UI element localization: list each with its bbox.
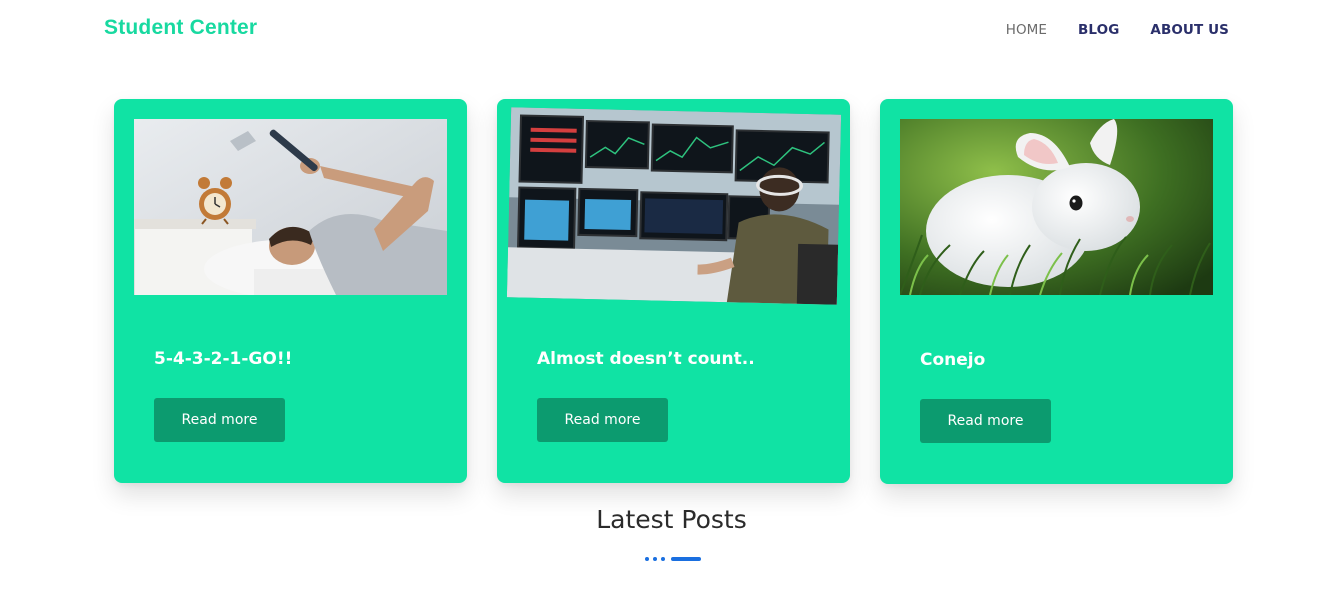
post-card: Conejo Read more — [880, 99, 1233, 484]
nav-about-us[interactable]: ABOUT US — [1150, 22, 1229, 38]
alarm-photo-illustration — [134, 119, 447, 295]
post-title: 5-4-3-2-1-GO!! — [154, 349, 293, 369]
divider-bar — [671, 556, 701, 561]
divider-dot — [661, 556, 665, 561]
read-more-button[interactable]: Read more — [537, 398, 668, 442]
nav-blog[interactable]: BLOG — [1078, 22, 1119, 38]
post-image-alarm[interactable] — [134, 119, 447, 295]
post-title: Almost doesn’t count.. — [537, 349, 755, 369]
brand-logo[interactable]: Student Center — [104, 16, 257, 40]
divider-dot — [645, 556, 649, 561]
rabbit-photo-illustration — [900, 119, 1213, 295]
nav-home[interactable]: HOME — [1006, 22, 1047, 38]
section-heading: Latest Posts — [596, 505, 747, 534]
post-image-rabbit[interactable] — [900, 119, 1213, 295]
divider-dot — [653, 556, 657, 561]
post-card: Almost doesn’t count.. Read more — [497, 99, 850, 483]
read-more-button[interactable]: Read more — [154, 398, 285, 442]
post-cards: 5-4-3-2-1-GO!! Read more Almost doesn’t … — [114, 99, 1233, 484]
post-image-trader[interactable] — [506, 107, 842, 305]
site-header: Student Center HOME BLOG ABOUT US — [0, 0, 1343, 64]
main-nav: HOME BLOG ABOUT US — [1006, 22, 1229, 38]
read-more-button[interactable]: Read more — [920, 399, 1051, 443]
post-title: Conejo — [920, 350, 986, 370]
heading-divider — [645, 556, 701, 561]
post-card: 5-4-3-2-1-GO!! Read more — [114, 99, 467, 483]
trader-photo-illustration — [506, 107, 842, 305]
